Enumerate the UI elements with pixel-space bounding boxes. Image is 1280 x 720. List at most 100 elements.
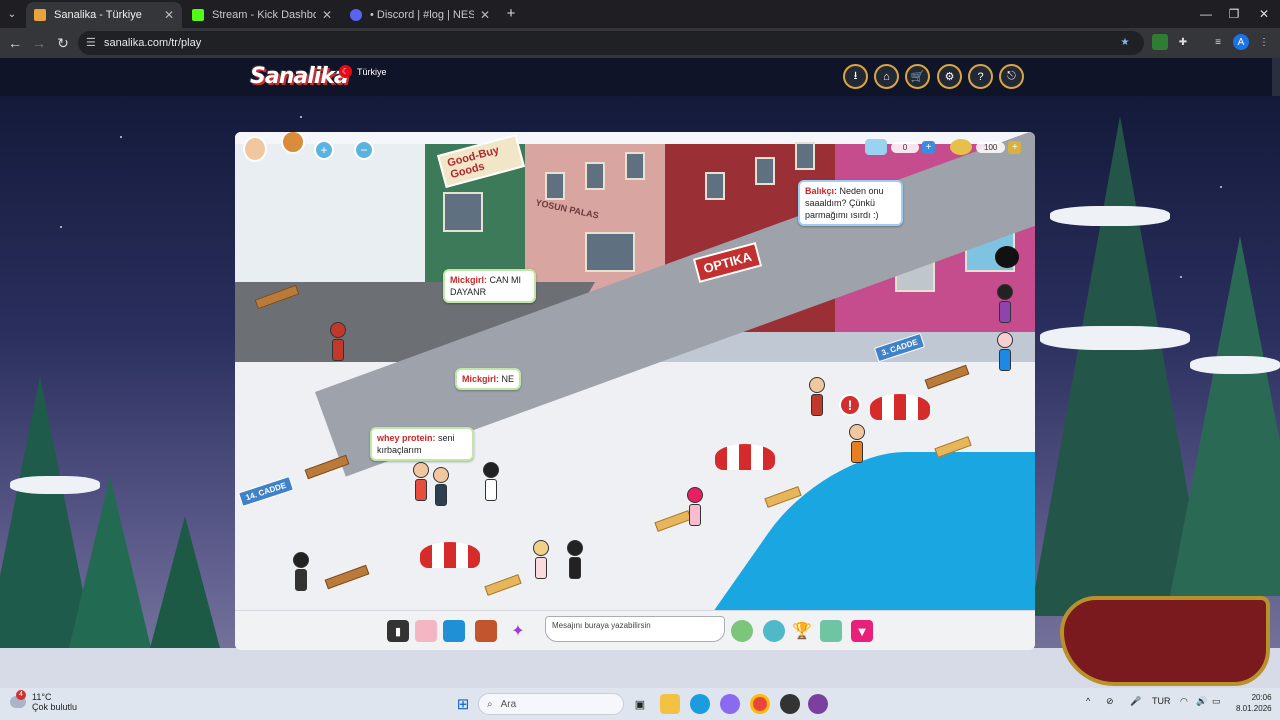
avatar-fisherman[interactable] (849, 424, 865, 464)
buy-diamonds-button[interactable]: + (922, 140, 935, 154)
bag-icon[interactable] (475, 620, 497, 642)
speaker-name: whey protein: (377, 433, 436, 443)
wifi-icon[interactable]: ◠ (1180, 696, 1188, 707)
avatar[interactable] (413, 462, 429, 502)
extension-icon[interactable] (1152, 34, 1168, 50)
run-icon[interactable]: ✦ (507, 620, 529, 642)
new-tab-button[interactable]: + (503, 5, 519, 22)
taskbar-search[interactable]: ⌕ Ara (478, 693, 624, 715)
avatar[interactable] (483, 462, 499, 502)
tab-discord[interactable]: • Discord | #log | NES1 #SA ✕ (342, 2, 498, 28)
coin-balance: 100 + (950, 138, 1022, 156)
street-3-sign: 3. CADDE (873, 332, 926, 363)
avatar[interactable] (997, 284, 1013, 324)
volume-icon[interactable]: 🔊 (1196, 696, 1207, 707)
weather-temp: 11°C (32, 692, 52, 702)
file-explorer-icon[interactable] (660, 694, 680, 714)
windows-start-icon[interactable]: ⊞ (453, 694, 473, 714)
alert-icon[interactable]: ! (839, 394, 861, 416)
avatar[interactable] (433, 467, 449, 507)
beach-umbrella (715, 444, 775, 470)
close-tab-icon[interactable]: ✕ (480, 8, 490, 22)
microphone-icon[interactable]: 🎤 (1130, 696, 1141, 707)
address-bar[interactable]: ☰ sanalika.com/tr/play (78, 31, 1144, 55)
app-icon[interactable] (780, 694, 800, 714)
logout-button[interactable]: ⎋ (999, 64, 1024, 89)
site-header: Sanalika ☾ Türkiye ⭳ ⌂ 🛒 ⚙ ? ⎋ (0, 58, 1280, 96)
scrollbar[interactable] (1272, 58, 1280, 96)
menu-arrow-icon[interactable]: ▼ (851, 620, 873, 642)
tab-title: Sanalika - Türkiye (54, 9, 142, 21)
speech-bubble: Balıkçı: Neden onu saaaldım? Çünkü parma… (798, 180, 903, 226)
extensions-puzzle-icon[interactable]: ✚ (1175, 34, 1191, 50)
avatar[interactable] (687, 487, 703, 527)
edge-icon[interactable] (690, 694, 710, 714)
site-info-icon[interactable]: ☰ (86, 36, 100, 50)
speaker-name: Mickgirl: (462, 374, 500, 384)
buy-coins-button[interactable]: + (1008, 140, 1022, 154)
settings-button[interactable]: ⚙ (937, 64, 962, 89)
avatar[interactable] (567, 540, 583, 580)
tab-search-icon[interactable]: ⌄ (4, 6, 20, 22)
home-button[interactable]: ⌂ (874, 64, 899, 89)
reading-list-icon[interactable]: ≡ (1210, 34, 1226, 50)
game-bottom-bar: ▮ ✦ Mesajını buraya yazabilirsin 🏆 ▼ (235, 610, 1035, 650)
region-selector[interactable]: ☾ Türkiye (339, 65, 387, 78)
avatar[interactable] (293, 552, 309, 592)
trophy-icon[interactable]: 🏆 (791, 620, 813, 642)
forward-button[interactable]: → (29, 33, 49, 53)
avatar[interactable] (997, 332, 1013, 372)
dance-icon[interactable] (443, 620, 465, 642)
shop-cart-button[interactable]: 🛒 (905, 64, 930, 89)
app-icon[interactable] (808, 694, 828, 714)
chrome-menu-icon[interactable]: ⋮ (1256, 34, 1272, 50)
pet-icon[interactable] (763, 620, 785, 642)
avatar[interactable] (809, 377, 825, 417)
battery-icon[interactable]: ▭ (1212, 696, 1221, 707)
weather-widget[interactable]: 4 11°C Çok bulutlu (10, 690, 77, 712)
zoom-in-button[interactable]: + (314, 140, 334, 160)
profile-avatar[interactable]: A (1233, 34, 1249, 50)
coin-count: 100 (976, 141, 1006, 153)
player-avatar-icon[interactable] (243, 136, 267, 162)
task-view-icon[interactable]: ▣ (630, 694, 650, 714)
discord-favicon (350, 9, 362, 21)
back-button[interactable]: ← (5, 33, 25, 53)
speech-icon[interactable] (731, 620, 753, 642)
avatar[interactable] (533, 540, 549, 580)
close-tab-icon[interactable]: ✕ (322, 8, 332, 22)
tab-title: • Discord | #log | NES1 #SA (370, 9, 474, 21)
reload-button[interactable]: ↻ (53, 33, 73, 53)
speech-bubble: Mickgirl: NE (455, 368, 522, 390)
copilot-icon[interactable] (720, 694, 740, 714)
chat-input[interactable]: Mesajını buraya yazabilirsin (545, 616, 725, 642)
search-placeholder: Ara (500, 698, 517, 710)
tab-sanalika[interactable]: Sanalika - Türkiye ✕ (26, 2, 182, 28)
help-button[interactable]: ? (968, 64, 993, 89)
emote-icon[interactable] (415, 620, 437, 642)
language-indicator[interactable]: TUR (1152, 696, 1171, 706)
chrome-icon[interactable] (750, 694, 770, 714)
speech-text: NE (501, 374, 515, 384)
tray-chevron-icon[interactable]: ^ (1086, 696, 1090, 706)
clock-time: 20:06 (1251, 693, 1272, 702)
close-tab-icon[interactable]: ✕ (164, 8, 174, 22)
speaker-name: Balıkçı: (805, 186, 838, 196)
browser-tab-strip: ⌄ Sanalika - Türkiye ✕ Stream - Kick Das… (0, 0, 1280, 28)
sanalika-logo[interactable]: Sanalika (250, 64, 349, 89)
avatar[interactable] (330, 322, 346, 362)
browser-toolbar: ← → ↻ ☰ sanalika.com/tr/play ★ ✚ ≡ A ⋮ (0, 28, 1280, 58)
chat-face-icon[interactable] (995, 246, 1019, 268)
zoom-out-button[interactable]: − (354, 140, 374, 160)
tab-kick[interactable]: Stream - Kick Dashboard ✕ (184, 2, 340, 28)
system-clock[interactable]: 20:06 8.01.2026 (1236, 692, 1272, 714)
kick-favicon (192, 9, 204, 21)
bookmark-star-icon[interactable]: ★ (1117, 34, 1133, 50)
phone-icon[interactable]: ▮ (387, 620, 409, 642)
region-label: Türkiye (357, 66, 387, 77)
island-icon[interactable] (820, 620, 842, 642)
game-canvas[interactable]: OPTIKA Good-Buy Goods YOSUN PALAS 3. CAD… (235, 132, 1035, 650)
tray-icon[interactable]: ⊘ (1106, 696, 1114, 707)
close-window-button[interactable]: ✕ (1246, 0, 1280, 28)
download-button[interactable]: ⭳ (843, 64, 868, 89)
